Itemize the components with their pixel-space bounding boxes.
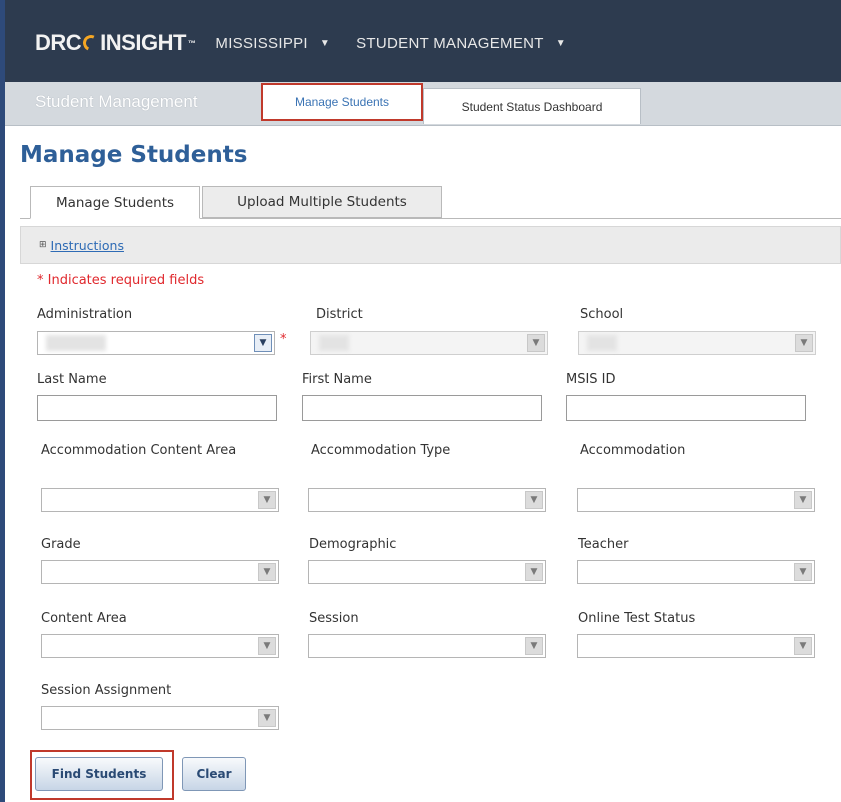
student-management-menu-label: STUDENT MANAGEMENT (356, 34, 544, 52)
clear-button[interactable]: Clear (182, 757, 246, 791)
tab-manage-students[interactable]: Manage Students (261, 83, 423, 121)
chevron-down-icon[interactable]: ▼ (525, 637, 543, 655)
top-navigation-bar: DRC INSIGHT ™ MISSISSIPPI ▼ STUDENT MANA… (5, 0, 841, 82)
district-value (319, 335, 349, 351)
teacher-label: Teacher (578, 537, 629, 552)
chevron-down-icon[interactable]: ▼ (258, 709, 276, 727)
msis-id-label: MSIS ID (566, 372, 616, 387)
online-test-status-label: Online Test Status (578, 611, 696, 626)
first-name-field[interactable] (302, 395, 542, 421)
chevron-down-icon: ▼ (319, 37, 331, 49)
state-menu[interactable]: MISSISSIPPI ▼ (215, 35, 330, 52)
accommodation-select[interactable]: ▼ (577, 488, 815, 512)
logo-text-drc: DRC (35, 30, 82, 55)
tab-manage-students-form[interactable]: Manage Students (30, 186, 200, 219)
chevron-down-icon[interactable]: ▼ (258, 491, 276, 509)
content-area-select[interactable]: ▼ (41, 634, 279, 658)
tab-student-status-dashboard[interactable]: Student Status Dashboard (423, 88, 641, 124)
first-name-label: First Name (302, 372, 372, 387)
chevron-down-icon[interactable]: ▼ (525, 563, 543, 581)
session-assignment-select[interactable]: ▼ (41, 706, 279, 730)
last-name-field[interactable] (37, 395, 277, 421)
find-students-button[interactable]: Find Students (35, 757, 163, 791)
chevron-down-icon[interactable]: ▼ (794, 637, 812, 655)
session-label: Session (309, 611, 359, 626)
grade-select[interactable]: ▼ (41, 560, 279, 584)
accommodation-content-area-label: Accommodation Content Area (41, 443, 237, 458)
logo-arc-icon (80, 32, 102, 54)
section-title: Student Management (35, 92, 198, 111)
required-fields-note: * Indicates required fields (37, 273, 205, 288)
last-name-label: Last Name (37, 372, 107, 387)
chevron-down-icon[interactable]: ▼ (525, 491, 543, 509)
chevron-down-icon[interactable]: ▼ (794, 563, 812, 581)
accommodation-label: Accommodation (580, 443, 686, 458)
required-marker: * (280, 332, 287, 347)
accommodation-content-area-select[interactable]: ▼ (41, 488, 279, 512)
chevron-down-icon[interactable]: ▼ (795, 334, 813, 352)
administration-label: Administration (37, 307, 133, 322)
administration-value (46, 335, 106, 351)
accommodation-type-select[interactable]: ▼ (308, 488, 546, 512)
instructions-link[interactable]: Instructions (51, 238, 124, 253)
chevron-down-icon[interactable]: ▼ (258, 563, 276, 581)
tab-upload-multiple-students[interactable]: Upload Multiple Students (202, 186, 442, 218)
session-assignment-label: Session Assignment (41, 683, 172, 698)
session-select[interactable]: ▼ (308, 634, 546, 658)
online-test-status-select[interactable]: ▼ (577, 634, 815, 658)
school-select[interactable]: ▼ (578, 331, 816, 355)
expand-icon[interactable]: ⊞ (39, 240, 47, 250)
grade-label: Grade (41, 537, 81, 552)
demographic-select[interactable]: ▼ (308, 560, 546, 584)
teacher-select[interactable]: ▼ (577, 560, 815, 584)
demographic-label: Demographic (309, 537, 397, 552)
logo-text-insight: INSIGHT (100, 30, 186, 55)
state-menu-label: MISSISSIPPI (215, 34, 308, 52)
content-area-label: Content Area (41, 611, 127, 626)
student-management-menu[interactable]: STUDENT MANAGEMENT ▼ (356, 35, 566, 52)
chevron-down-icon[interactable]: ▼ (527, 334, 545, 352)
chevron-down-icon[interactable]: ▼ (794, 491, 812, 509)
chevron-down-icon[interactable]: ▼ (254, 334, 272, 352)
msis-id-field[interactable] (566, 395, 806, 421)
drc-insight-logo[interactable]: DRC INSIGHT ™ (35, 30, 196, 56)
logo-trademark: ™ (187, 38, 196, 48)
chevron-down-icon[interactable]: ▼ (258, 637, 276, 655)
school-value (587, 335, 617, 351)
administration-select[interactable]: ▼ (37, 331, 275, 355)
district-label: District (316, 307, 363, 322)
page-title: Manage Students (20, 142, 248, 168)
accommodation-type-label: Accommodation Type (311, 443, 451, 458)
district-select[interactable]: ▼ (310, 331, 548, 355)
chevron-down-icon: ▼ (555, 37, 566, 49)
school-label: School (580, 307, 624, 322)
instructions-panel: ⊞ Instructions (20, 226, 841, 264)
